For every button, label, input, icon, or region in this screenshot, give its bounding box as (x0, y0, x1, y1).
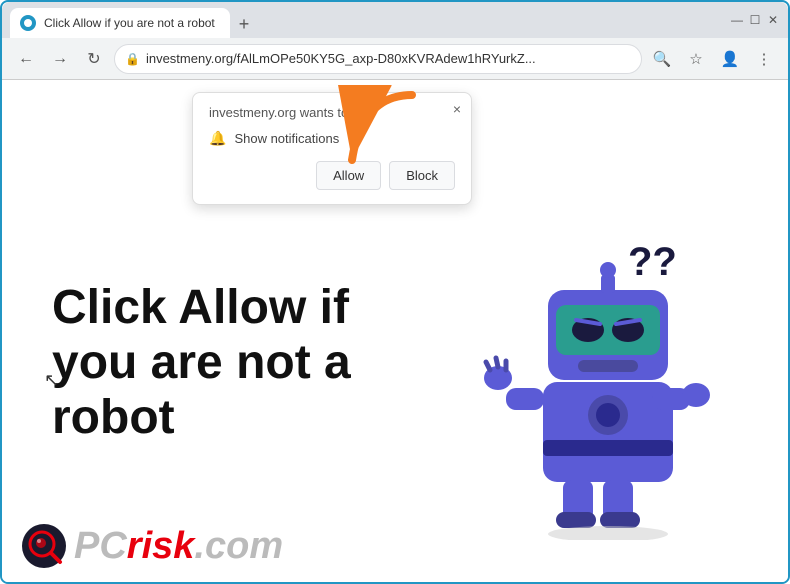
refresh-button[interactable]: ↻ (80, 45, 108, 73)
robot-illustration: ?? (468, 220, 728, 540)
new-tab-button[interactable]: + (230, 10, 258, 38)
notification-text: Show notifications (234, 131, 339, 146)
dot-text: .com (194, 525, 283, 567)
watermark: PCrisk.com (22, 524, 283, 568)
tab-title: Click Allow if you are not a robot (44, 16, 215, 30)
tab-area: Click Allow if you are not a robot ✕ + (10, 2, 724, 38)
pcrisk-magnifier-icon (22, 524, 66, 568)
bell-icon: 🔔 (209, 130, 226, 147)
close-button[interactable]: ✕ (766, 13, 780, 27)
tab-favicon-icon (20, 15, 36, 31)
lock-icon: 🔒 (125, 52, 140, 66)
popup-close-button[interactable]: × (453, 101, 461, 117)
url-text: investmeny.org/fAlLmOPe50KY5G_axp-D80xKV… (146, 51, 631, 66)
forward-button[interactable]: → (46, 45, 74, 73)
maximize-button[interactable]: ☐ (748, 13, 762, 27)
main-page-text: Click Allow if you are not a robot (52, 280, 372, 446)
pc-text: PC (74, 525, 127, 567)
pcrisk-text: PCrisk.com (74, 525, 283, 568)
minimize-button[interactable]: — (730, 13, 744, 27)
svg-text:??: ?? (628, 240, 677, 284)
window-controls: — ☐ ✕ (730, 13, 780, 27)
address-bar-row: ← → ↻ 🔒 investmeny.org/fAlLmOPe50KY5G_ax… (2, 38, 788, 80)
title-bar: Click Allow if you are not a robot ✕ + —… (2, 2, 788, 38)
search-button[interactable]: 🔍 (648, 45, 676, 73)
page-content: × investmeny.org wants to 🔔 Show notific… (2, 80, 788, 582)
back-button[interactable]: ← (12, 45, 40, 73)
menu-button[interactable]: ⋮ (750, 45, 778, 73)
active-tab[interactable]: Click Allow if you are not a robot ✕ (10, 8, 230, 38)
risk-text: risk (127, 525, 195, 567)
orange-arrow (332, 85, 432, 190)
address-bar[interactable]: 🔒 investmeny.org/fAlLmOPe50KY5G_axp-D80x… (114, 44, 642, 74)
profile-button[interactable]: 👤 (716, 45, 744, 73)
browser-window: Click Allow if you are not a robot ✕ + —… (0, 0, 790, 584)
bookmark-button[interactable]: ☆ (682, 45, 710, 73)
